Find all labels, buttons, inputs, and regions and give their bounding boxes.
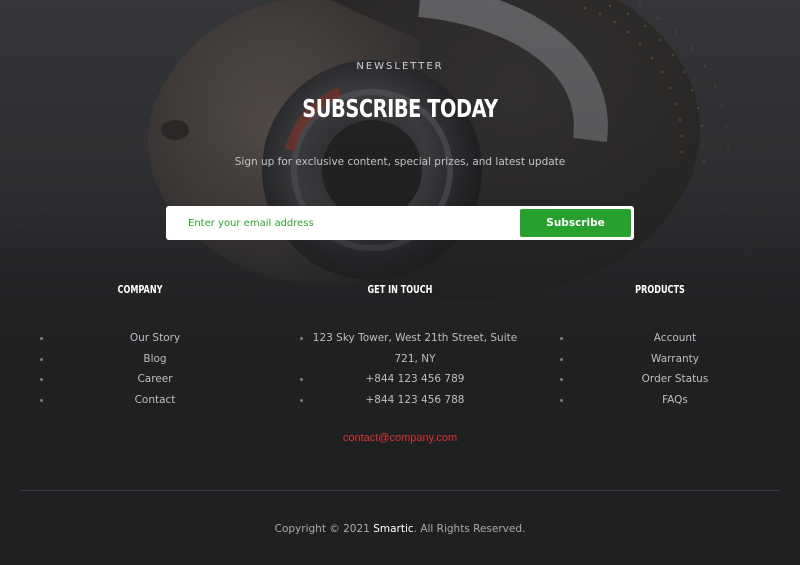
products-column-title: PRODUCTS [635, 283, 685, 296]
products-link-warranty[interactable]: Warranty [560, 349, 790, 370]
get-in-touch-column-title: GET IN TOUCH [367, 283, 433, 296]
company-link-our-story[interactable]: Our Story [40, 328, 270, 349]
footer-divider [20, 490, 780, 491]
bullet-icon [560, 378, 563, 381]
company-link-career[interactable]: Career [40, 369, 270, 390]
company-column: Our Story Blog Career Contact [40, 328, 270, 410]
bullet-icon [560, 357, 563, 361]
products-column: Account Warranty Order Status FAQs [560, 328, 790, 410]
address-line: 123 Sky Tower, West 21th Street, Suite [300, 328, 530, 349]
bullet-icon [300, 378, 303, 381]
products-link-faqs[interactable]: FAQs [560, 390, 790, 411]
contact-email-link[interactable]: contact@company.com [0, 432, 800, 444]
bullet-icon [560, 398, 563, 402]
company-link-contact[interactable]: Contact [40, 390, 270, 411]
bullet-icon [300, 337, 303, 340]
newsletter-subtitle: Sign up for exclusive content, special p… [234, 156, 566, 168]
subscribe-button[interactable]: Subscribe [520, 209, 631, 237]
newsletter-eyebrow: NEWSLETTER [356, 61, 444, 72]
newsletter-title: SUBSCRIBE TODAY [302, 94, 498, 123]
phone-number[interactable]: +844 123 456 788 [300, 390, 530, 411]
bullet-icon [40, 378, 43, 381]
bullet-icon [300, 398, 303, 402]
bullet-icon [560, 337, 563, 340]
bullet-icon [40, 398, 43, 402]
newsletter-footer: NEWSLETTER SUBSCRIBE TODAY Sign up for e… [0, 0, 800, 565]
company-column-title: COMPANY [117, 283, 163, 296]
bullet-icon [40, 357, 43, 361]
products-link-order-status[interactable]: Order Status [560, 369, 790, 390]
subscribe-form: Subscribe [166, 206, 634, 240]
products-link-account[interactable]: Account [560, 328, 790, 349]
brand-name: Smartic [373, 523, 414, 535]
phone-number[interactable]: +844 123 456 789 [300, 369, 530, 390]
bullet-icon [40, 337, 43, 340]
email-input[interactable] [168, 209, 520, 237]
copyright-text: Copyright © 2021 Smartic. All Rights Res… [274, 523, 526, 535]
get-in-touch-column: 123 Sky Tower, West 21th Street, Suite 7… [300, 328, 530, 410]
company-link-blog[interactable]: Blog [40, 349, 270, 370]
address-line-2: 721, NY [394, 352, 436, 365]
